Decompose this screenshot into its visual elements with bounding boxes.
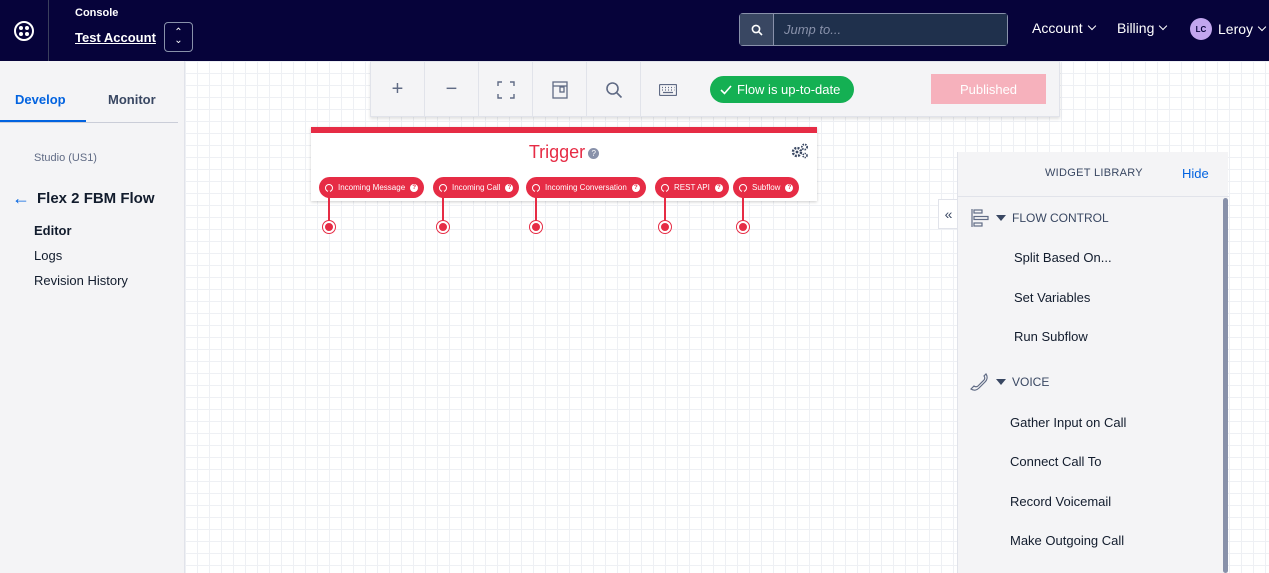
category-label: VOICE bbox=[1012, 375, 1050, 389]
flow-status-badge: Flow is up-to-date bbox=[710, 76, 855, 103]
sidebar-item-logs[interactable]: Logs bbox=[34, 248, 62, 263]
trigger-title: Trigger bbox=[528, 142, 586, 162]
twilio-logo-icon[interactable] bbox=[0, 0, 49, 61]
caret-down-icon bbox=[996, 379, 1006, 385]
transition-connector bbox=[535, 191, 537, 222]
widget-split-based-on[interactable]: Split Based On... bbox=[1014, 250, 1112, 265]
widget-run-subflow[interactable]: Run Subflow bbox=[1014, 329, 1088, 344]
search-icon[interactable] bbox=[740, 14, 774, 45]
widget-library-panel: WIDGET LIBRARY Hide FLOW CONTROL Split B… bbox=[957, 152, 1229, 573]
gear-icon[interactable] bbox=[791, 143, 809, 164]
category-flow-control[interactable]: FLOW CONTROL bbox=[968, 208, 1109, 228]
widget-library-header: WIDGET LIBRARY Hide bbox=[958, 152, 1229, 197]
active-tab-indicator bbox=[0, 120, 86, 122]
sidebar-item-editor[interactable]: Editor bbox=[34, 223, 72, 238]
trigger-title-row: Trigger? bbox=[311, 142, 817, 163]
keyboard-icon[interactable] bbox=[641, 62, 695, 117]
user-menu[interactable]: LC Leroy bbox=[1190, 18, 1267, 40]
widget-make-outgoing-call[interactable]: Make Outgoing Call bbox=[1010, 533, 1124, 548]
transition-incoming-call[interactable]: Incoming Call ? bbox=[433, 177, 520, 198]
studio-region-label: Studio (US1) bbox=[34, 152, 97, 164]
chevron-down-icon bbox=[1159, 21, 1168, 31]
flow-title: ← Flex 2 FBM Flow bbox=[12, 188, 155, 209]
transition-label: Incoming Call bbox=[452, 183, 501, 192]
sidebar-item-revision-history[interactable]: Revision History bbox=[34, 273, 128, 288]
account-name-link[interactable]: Test Account bbox=[75, 30, 156, 45]
chevron-down-icon bbox=[1087, 21, 1096, 31]
hide-library-link[interactable]: Hide bbox=[1182, 166, 1209, 181]
fit-screen-icon[interactable] bbox=[479, 62, 533, 117]
top-nav-bar: Console Test Account ⌃ ⌄ Account Billing… bbox=[0, 0, 1269, 61]
jump-to-search bbox=[739, 13, 1008, 46]
transition-port-dot[interactable] bbox=[437, 221, 449, 233]
caret-down-icon bbox=[996, 215, 1006, 221]
transition-label: Incoming Message bbox=[338, 183, 406, 192]
transition-label: Incoming Conversation bbox=[545, 183, 627, 192]
chevron-down-icon: ⌄ bbox=[174, 35, 183, 46]
transition-connector bbox=[742, 191, 744, 222]
widget-set-variables[interactable]: Set Variables bbox=[1014, 290, 1090, 305]
transition-port-dot[interactable] bbox=[323, 221, 335, 233]
flow-name: Flex 2 FBM Flow bbox=[37, 190, 155, 207]
collapse-library-icon[interactable]: « bbox=[938, 199, 958, 229]
transition-port-dot[interactable] bbox=[737, 221, 749, 233]
sidebar-tabs: Develop Monitor bbox=[0, 61, 178, 123]
widget-record-voicemail[interactable]: Record Voicemail bbox=[1010, 494, 1111, 509]
sidebar: Develop Monitor Studio (US1) ← Flex 2 FB… bbox=[0, 61, 185, 573]
jump-to-input[interactable] bbox=[774, 14, 1007, 45]
help-icon: ? bbox=[410, 183, 419, 192]
tab-monitor[interactable]: Monitor bbox=[108, 92, 156, 107]
transition-connector bbox=[664, 191, 666, 222]
transition-port-dot[interactable] bbox=[530, 221, 542, 233]
help-icon: ? bbox=[714, 183, 723, 192]
flow-control-icon bbox=[971, 209, 989, 227]
transition-incoming-conversation[interactable]: Incoming Conversation ? bbox=[526, 177, 646, 198]
account-menu-label: Account bbox=[1032, 20, 1083, 36]
account-switcher-button[interactable]: ⌃ ⌄ bbox=[164, 22, 193, 52]
widget-connect-call-to[interactable]: Connect Call To bbox=[1010, 454, 1102, 469]
help-icon: ? bbox=[785, 183, 794, 192]
transition-label: REST API bbox=[674, 183, 710, 192]
trigger-widget[interactable]: Trigger? Incoming Message ? Incoming Cal… bbox=[311, 127, 817, 201]
tab-develop[interactable]: Develop bbox=[15, 92, 66, 107]
publish-button[interactable]: Published bbox=[931, 74, 1046, 104]
help-icon: ? bbox=[631, 183, 640, 192]
transition-connector bbox=[328, 191, 330, 222]
widget-notes-icon[interactable] bbox=[533, 62, 587, 117]
account-menu[interactable]: Account bbox=[1032, 20, 1096, 36]
chevron-down-icon bbox=[1257, 22, 1267, 32]
transition-label: Subflow bbox=[752, 183, 781, 192]
help-icon[interactable]: ? bbox=[588, 147, 600, 159]
console-label: Console bbox=[75, 7, 119, 19]
user-name: Leroy bbox=[1218, 21, 1254, 37]
transition-incoming-message[interactable]: Incoming Message ? bbox=[319, 177, 425, 198]
widget-library-title: WIDGET LIBRARY bbox=[1045, 167, 1143, 179]
phone-icon bbox=[970, 373, 988, 391]
transition-rest-api[interactable]: REST API ? bbox=[655, 177, 729, 198]
help-icon: ? bbox=[505, 183, 514, 192]
checkmark-icon bbox=[720, 84, 732, 95]
canvas-toolbar: + − Flow is up-to-date Published bbox=[370, 61, 1060, 117]
zoom-in-icon[interactable]: + bbox=[371, 62, 425, 117]
widget-gather-input-on-call[interactable]: Gather Input on Call bbox=[1010, 415, 1126, 430]
avatar: LC bbox=[1190, 18, 1212, 40]
transition-connector bbox=[442, 191, 444, 222]
library-scrollbar[interactable] bbox=[1223, 198, 1228, 573]
back-arrow-icon[interactable]: ← bbox=[12, 188, 30, 209]
category-label: FLOW CONTROL bbox=[1012, 211, 1109, 225]
billing-menu[interactable]: Billing bbox=[1117, 20, 1168, 36]
transition-port-dot[interactable] bbox=[659, 221, 671, 233]
billing-menu-label: Billing bbox=[1117, 20, 1155, 36]
zoom-out-icon[interactable]: − bbox=[425, 62, 479, 117]
flow-status-text: Flow is up-to-date bbox=[737, 82, 841, 97]
category-voice[interactable]: VOICE bbox=[968, 372, 1049, 392]
search-icon[interactable] bbox=[587, 62, 641, 117]
